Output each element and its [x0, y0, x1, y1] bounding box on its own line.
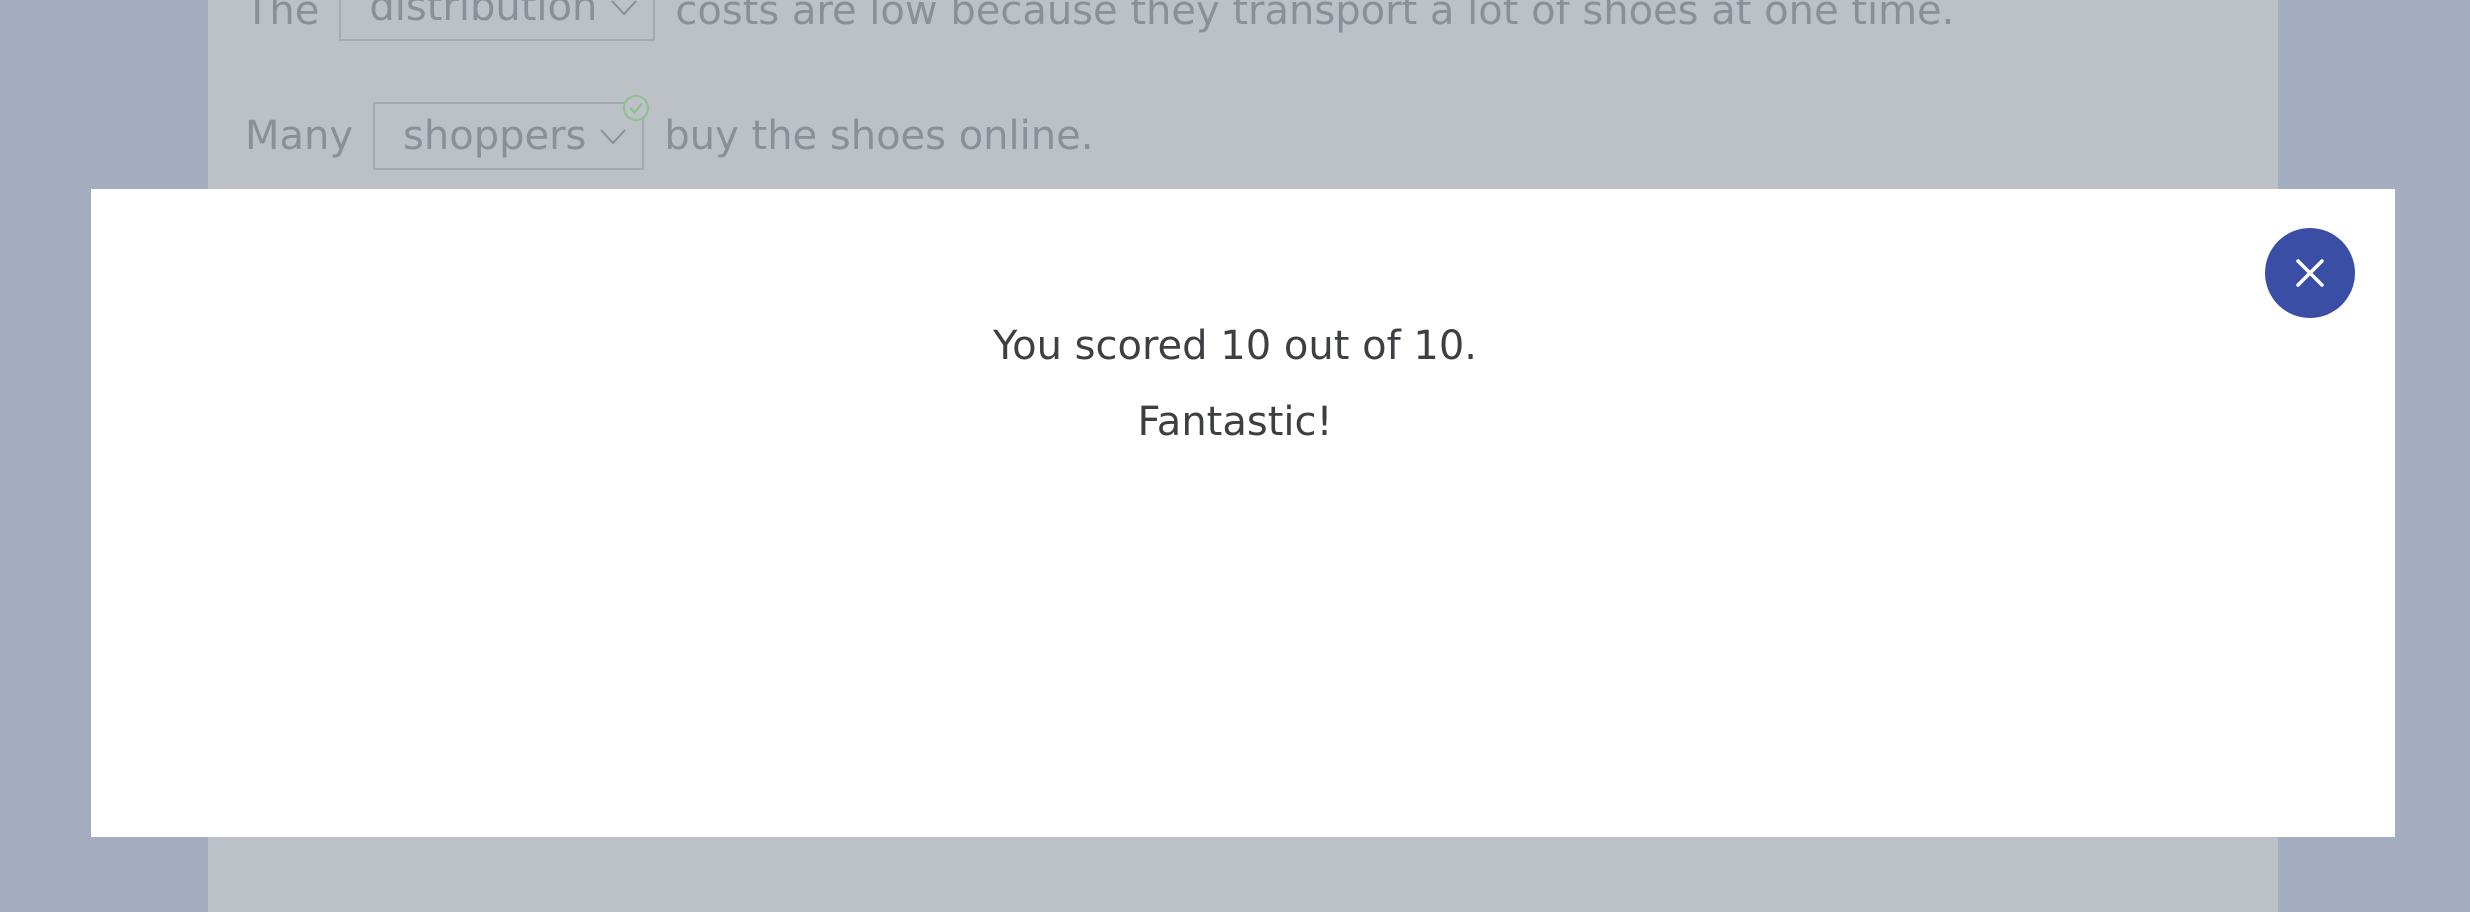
close-button[interactable]: [2265, 228, 2355, 318]
chevron-down-icon: [600, 129, 627, 145]
sentence-1-dropdown-value: distribution: [369, 0, 598, 30]
close-icon: [2296, 259, 2324, 287]
sentence-2-suffix: buy the shoes online.: [664, 113, 1094, 159]
sentence-1-suffix: costs are low because they transport a l…: [675, 0, 1955, 34]
score-message: You scored 10 out of 10.: [993, 323, 1477, 369]
sentence-1-dropdown[interactable]: distribution: [339, 0, 656, 41]
score-modal: [91, 189, 2395, 837]
sentence-1-prefix: The: [245, 0, 320, 34]
chevron-down-icon: [611, 0, 638, 16]
praise-message: Fantastic!: [1137, 399, 1333, 445]
sentence-2-dropdown[interactable]: shoppers: [373, 95, 650, 170]
check-circle-icon: [623, 95, 650, 121]
sentence-1: The distribution costs are low because t…: [245, 0, 1954, 42]
sentence-2-dropdown-value: shoppers: [403, 113, 587, 159]
sentence-2: Many shoppers buy the shoes online.: [245, 95, 1094, 172]
sentence-2-prefix: Many: [245, 113, 354, 159]
